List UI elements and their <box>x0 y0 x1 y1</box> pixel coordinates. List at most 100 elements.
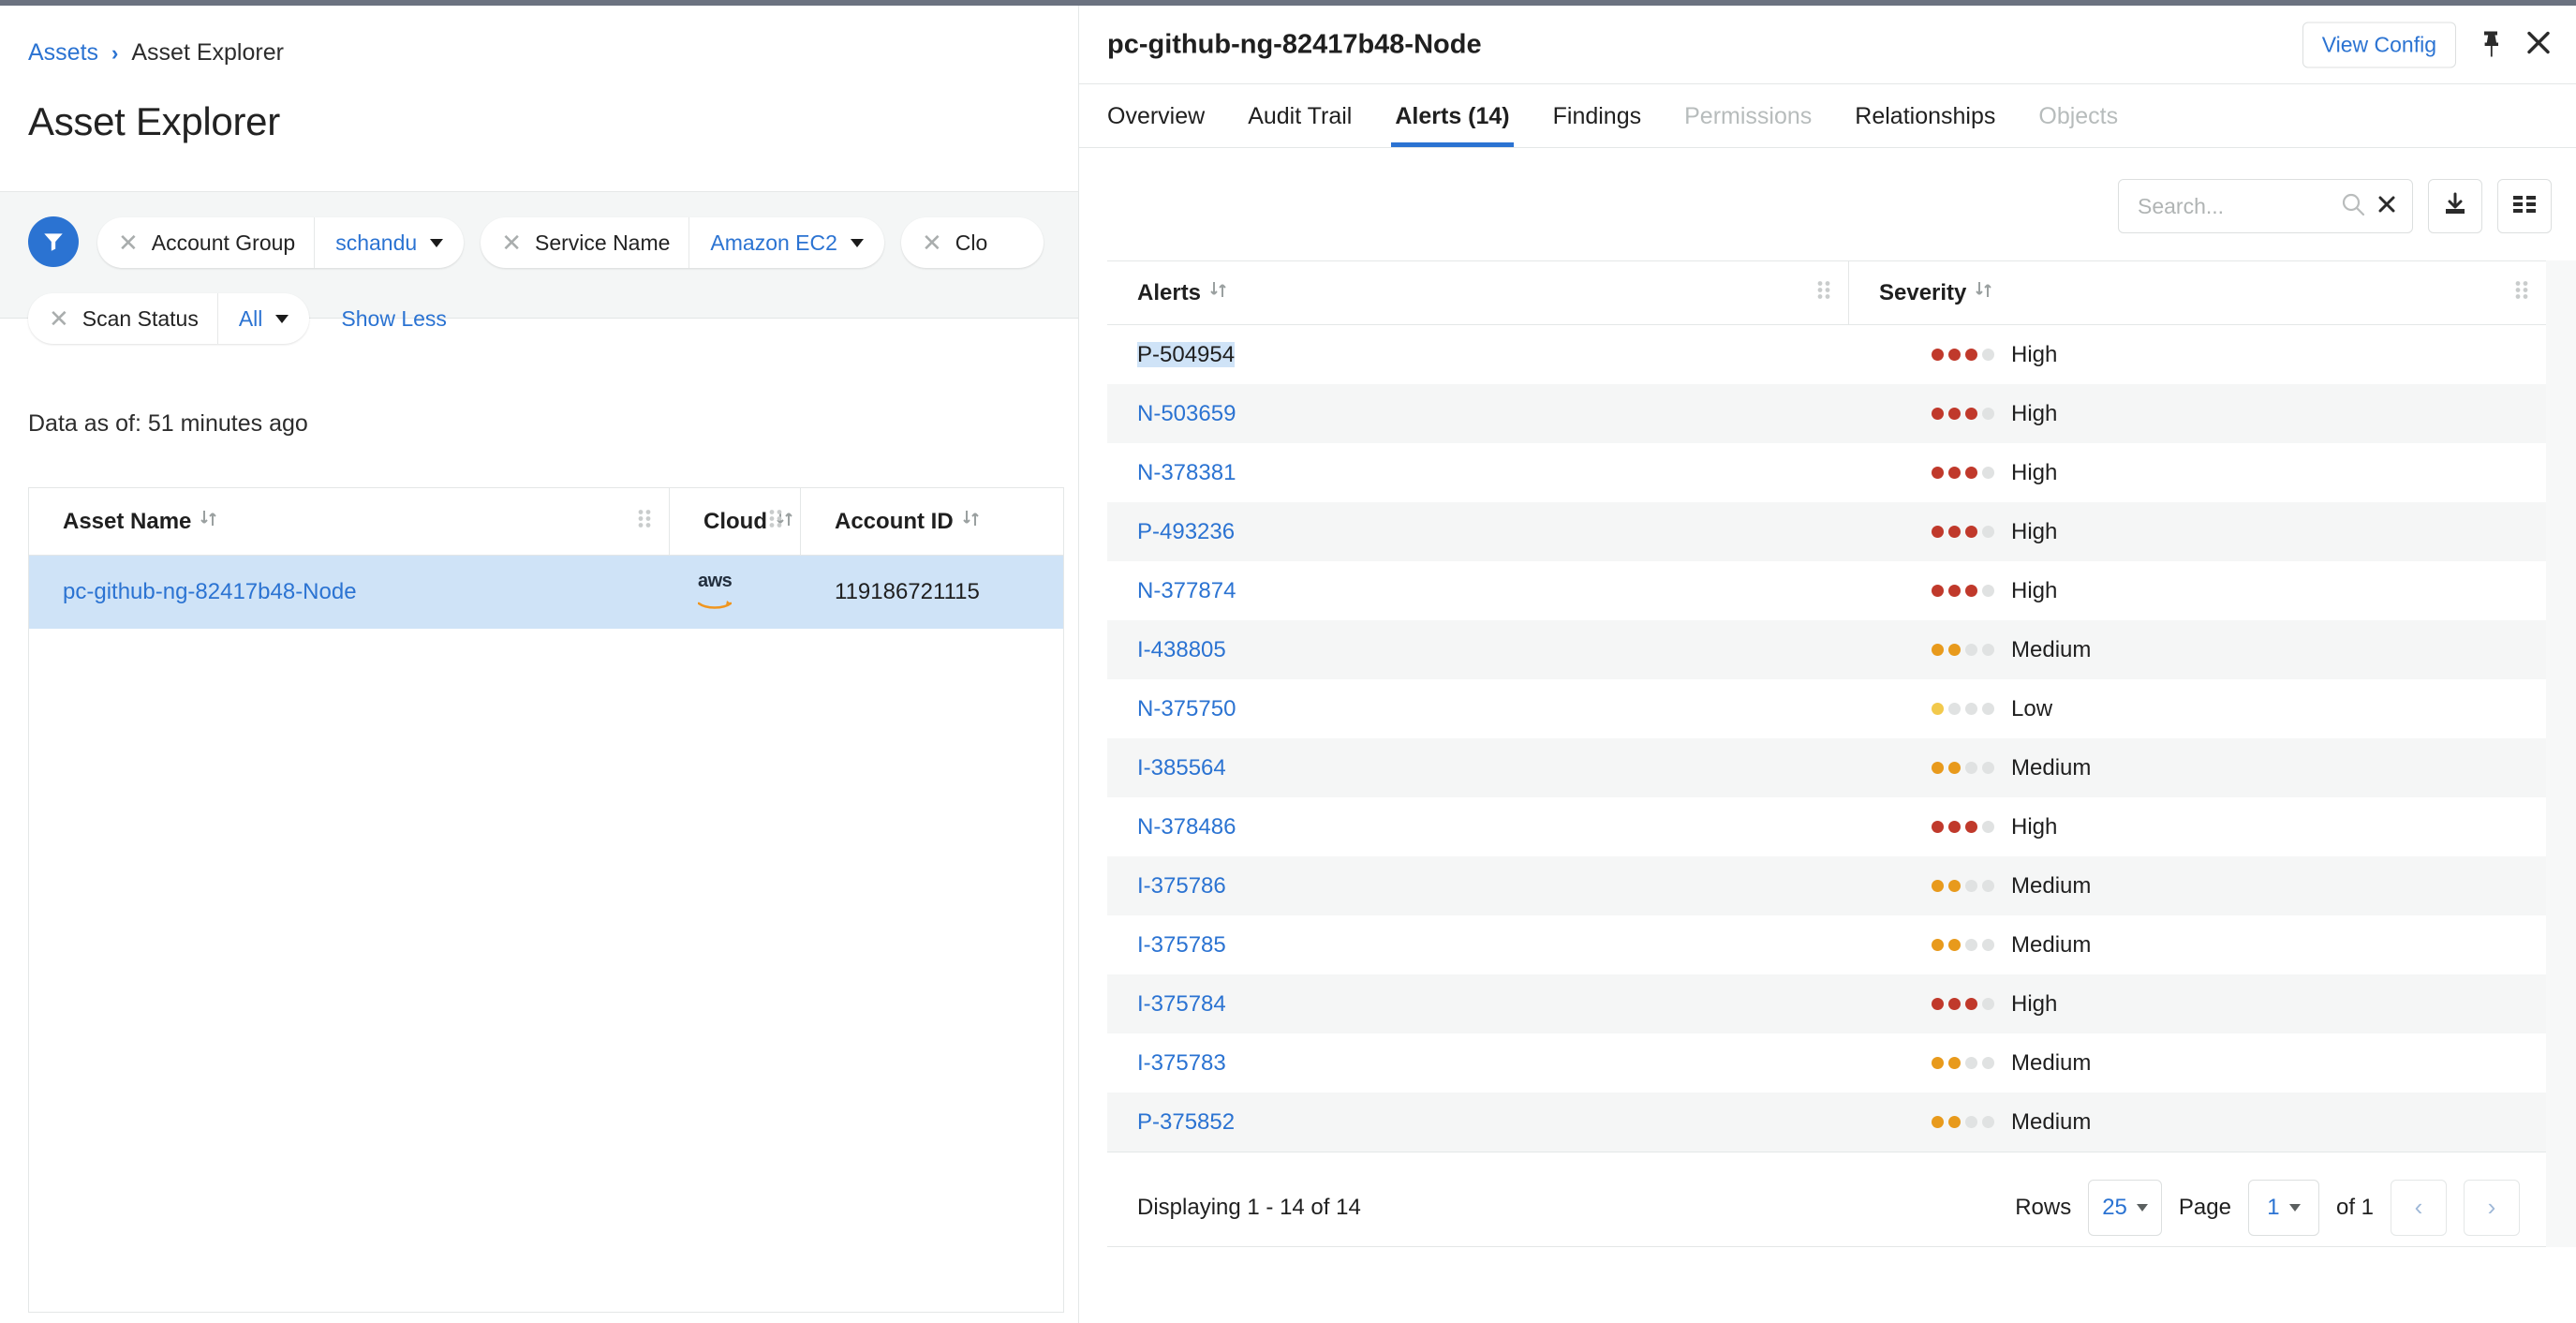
next-page-button[interactable]: › <box>2464 1180 2520 1236</box>
column-drag-handle-icon[interactable] <box>2514 279 2529 306</box>
view-config-button[interactable]: View Config <box>2302 22 2456 67</box>
chevron-down-icon <box>2289 1204 2301 1212</box>
severity-cell: Medium <box>1849 1109 2546 1136</box>
column-drag-handle-icon[interactable] <box>1816 279 1831 306</box>
data-freshness-text: Data as of: 51 minutes ago <box>28 410 308 438</box>
rows-per-page-value: 25 <box>2102 1195 2127 1221</box>
severity-dot <box>1932 408 1944 420</box>
severity-cell: High <box>1849 991 2546 1018</box>
alert-id-link[interactable]: P-375852 <box>1107 1109 1849 1136</box>
tab-relationships[interactable]: Relationships <box>1855 103 1995 147</box>
alert-id-link[interactable]: N-375750 <box>1107 696 1849 722</box>
table-row[interactable]: N-378381High <box>1107 443 2546 502</box>
sort-icon[interactable] <box>200 508 217 535</box>
alert-id-link[interactable]: I-438805 <box>1107 637 1849 663</box>
panel-title: pc-github-ng-82417b48-Node <box>1107 29 1482 60</box>
breadcrumb-root-link[interactable]: Assets <box>28 39 98 67</box>
table-row[interactable]: I-438805Medium <box>1107 620 2546 679</box>
alert-id-link[interactable]: I-375784 <box>1107 991 1849 1018</box>
chip-remove-icon[interactable]: ✕ <box>49 306 69 331</box>
severity-dot <box>1932 998 1944 1010</box>
chip-value-dropdown[interactable]: All <box>218 293 310 344</box>
filter-chip-cloud[interactable]: ✕ Clo <box>901 217 1044 268</box>
table-row[interactable]: P-493236 High <box>1107 502 2546 561</box>
alert-id-link[interactable]: I-375785 <box>1107 932 1849 959</box>
sort-icon[interactable] <box>1210 279 1227 306</box>
column-drag-handle-icon[interactable] <box>768 508 783 535</box>
column-drag-handle-icon[interactable] <box>637 508 652 535</box>
table-row[interactable]: pc-github-ng-82417b48-Node aws 119186721… <box>29 556 1063 629</box>
alert-id-link[interactable]: N-378486 <box>1107 814 1849 840</box>
table-row[interactable]: I-385564Medium <box>1107 738 2546 797</box>
asset-col-account-id[interactable]: Account ID <box>801 488 1063 555</box>
alert-id-link[interactable]: I-385564 <box>1107 755 1849 781</box>
table-row[interactable]: P-375852Medium <box>1107 1093 2546 1152</box>
sort-icon[interactable] <box>963 508 980 535</box>
alert-id-link[interactable]: I-375786 <box>1107 873 1849 899</box>
chip-label-wrap: ✕ Scan Status <box>28 293 218 344</box>
prev-page-button[interactable]: ‹ <box>2391 1180 2447 1236</box>
severity-dot <box>1982 1057 1994 1069</box>
filter-chip-scan-status[interactable]: ✕ Scan Status All <box>28 293 309 344</box>
chip-label-wrap: ✕ Clo <box>901 217 1044 268</box>
download-button[interactable] <box>2428 179 2482 233</box>
asset-name-link[interactable]: pc-github-ng-82417b48-Node <box>29 579 670 605</box>
severity-dot <box>1965 821 1977 833</box>
chip-value-dropdown[interactable]: schandu <box>315 217 464 268</box>
severity-dot <box>1948 939 1961 951</box>
clear-x-icon[interactable] <box>2376 194 2397 219</box>
asset-col-cloud[interactable]: Cloud <box>670 488 801 555</box>
severity-dot <box>1948 408 1961 420</box>
table-row[interactable]: I-375786Medium <box>1107 856 2546 915</box>
table-row[interactable]: N-377874High <box>1107 561 2546 620</box>
sort-icon[interactable] <box>1976 279 1992 306</box>
chip-label-text: Clo <box>955 230 988 256</box>
alerts-col-alerts[interactable]: Alerts <box>1107 261 1849 324</box>
table-row[interactable]: I-375785 Medium <box>1107 915 2546 974</box>
chip-remove-icon[interactable]: ✕ <box>922 230 942 255</box>
alert-id-link[interactable]: N-503659 <box>1107 401 1849 427</box>
page-select[interactable]: 1 <box>2248 1180 2319 1236</box>
search-input[interactable] <box>2138 194 2330 219</box>
close-panel-button[interactable] <box>2525 29 2552 60</box>
column-settings-button[interactable] <box>2497 179 2552 233</box>
severity-cell: Medium <box>1849 932 2546 959</box>
alert-id-link[interactable]: N-377874 <box>1107 578 1849 604</box>
severity-dot <box>1965 998 1977 1010</box>
severity-label: High <box>2011 519 2057 545</box>
severity-dot <box>1948 703 1961 715</box>
filter-chip-service-name[interactable]: ✕ Service Name Amazon EC2 <box>481 217 884 268</box>
chip-remove-icon[interactable]: ✕ <box>118 230 139 255</box>
table-row[interactable]: I-375784High <box>1107 974 2546 1033</box>
table-row[interactable]: N-378486High <box>1107 797 2546 856</box>
chip-value-dropdown[interactable]: Amazon EC2 <box>689 217 884 268</box>
severity-dot <box>1982 821 1994 833</box>
filter-funnel-button[interactable] <box>28 216 79 267</box>
asset-col-asset-name[interactable]: Asset Name <box>29 488 670 555</box>
alerts-col-severity[interactable]: Severity <box>1849 261 2546 324</box>
alert-id-link[interactable]: P-504954 <box>1107 342 1849 368</box>
tab-findings[interactable]: Findings <box>1553 103 1642 147</box>
severity-dot <box>1982 703 1994 715</box>
show-less-link[interactable]: Show Less <box>341 306 447 332</box>
pin-button[interactable] <box>2479 28 2503 61</box>
tab-audit-trail[interactable]: Audit Trail <box>1248 103 1352 147</box>
alert-id-link[interactable]: I-375783 <box>1107 1050 1849 1077</box>
severity-label: Medium <box>2011 932 2091 959</box>
alert-id-link[interactable]: N-378381 <box>1107 460 1849 486</box>
severity-cell: Medium <box>1849 755 2546 781</box>
search-icon[interactable] <box>2341 192 2365 221</box>
filter-chip-account-group[interactable]: ✕ Account Group schandu <box>97 217 464 268</box>
tab-alerts[interactable]: Alerts (14) <box>1395 103 1509 147</box>
table-row[interactable]: N-375750Low <box>1107 679 2546 738</box>
page-total-label: of 1 <box>2336 1195 2374 1221</box>
tab-overview[interactable]: Overview <box>1107 103 1205 147</box>
severity-dot <box>1948 644 1961 656</box>
search-box[interactable] <box>2118 179 2413 233</box>
table-row[interactable]: P-504954High <box>1107 325 2546 384</box>
alert-id-link[interactable]: P-493236 <box>1107 519 1849 545</box>
table-row[interactable]: N-503659High <box>1107 384 2546 443</box>
table-row[interactable]: I-375783Medium <box>1107 1033 2546 1093</box>
rows-per-page-select[interactable]: 25 <box>2088 1180 2162 1236</box>
chip-remove-icon[interactable]: ✕ <box>501 230 522 255</box>
